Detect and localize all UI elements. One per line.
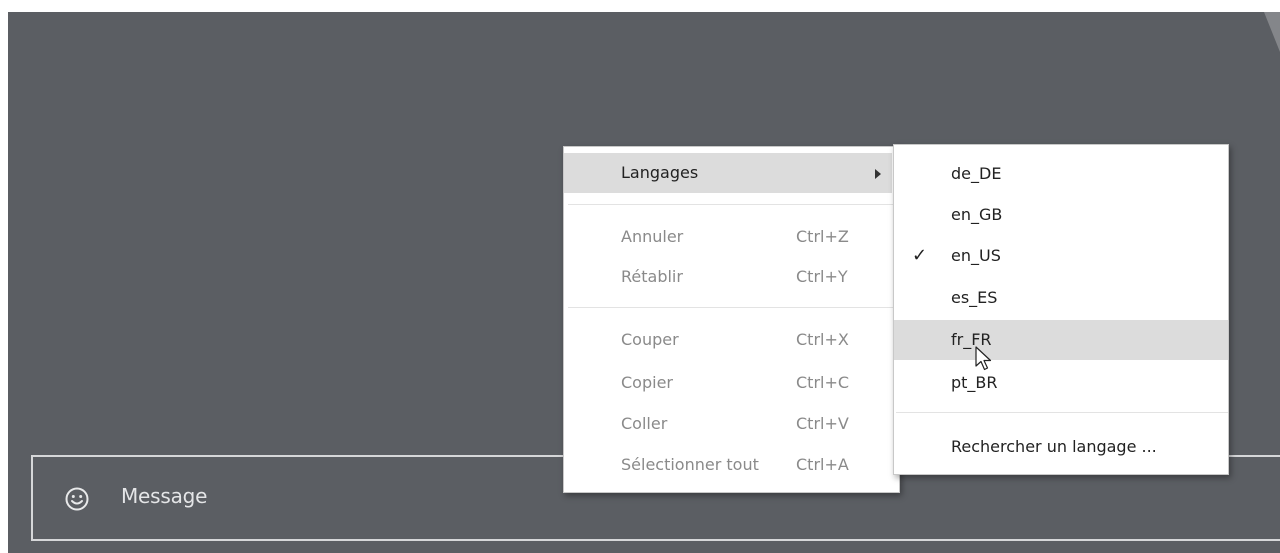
language-item-en-us[interactable]: ✓ en_US — [894, 236, 1228, 276]
menu-item-label: Sélectionner tout — [621, 455, 759, 474]
menu-separator — [568, 307, 893, 308]
submenu-arrow-icon — [875, 169, 881, 179]
language-label: pt_BR — [951, 373, 998, 392]
search-language-item[interactable]: Rechercher un langage ... — [894, 427, 1228, 467]
menu-item-shortcut: Ctrl+Y — [796, 267, 848, 286]
language-item-fr-fr[interactable]: fr_FR — [894, 320, 1228, 360]
menu-item-shortcut: Ctrl+C — [796, 373, 850, 392]
menu-item-label: Coller — [621, 414, 668, 433]
menu-item-label: Rétablir — [621, 267, 683, 286]
language-label: de_DE — [951, 164, 1002, 183]
menu-item-copy[interactable]: Copier Ctrl+C — [564, 363, 892, 403]
language-item-es-es[interactable]: es_ES — [894, 278, 1228, 318]
checkmark-icon: ✓ — [912, 245, 928, 266]
menu-item-shortcut: Ctrl+A — [796, 455, 849, 474]
menu-item-undo[interactable]: Annuler Ctrl+Z — [564, 217, 892, 257]
menu-separator — [896, 412, 1228, 413]
menu-item-shortcut: Ctrl+X — [796, 330, 849, 349]
menu-item-shortcut: Ctrl+Z — [796, 227, 849, 246]
menu-item-label: Copier — [621, 373, 673, 392]
menu-item-select-all[interactable]: Sélectionner tout Ctrl+A — [564, 445, 892, 485]
context-menu: Langages Annuler Ctrl+Z Rétablir Ctrl+Y … — [563, 146, 900, 493]
search-language-label: Rechercher un langage ... — [951, 437, 1157, 456]
smiley-face-icon[interactable] — [64, 486, 90, 512]
language-label: fr_FR — [951, 330, 992, 349]
menu-item-cut[interactable]: Couper Ctrl+X — [564, 320, 892, 360]
menu-separator — [568, 204, 893, 205]
menu-item-redo[interactable]: Rétablir Ctrl+Y — [564, 257, 892, 297]
menu-item-label: Annuler — [621, 227, 684, 246]
menu-item-label: Couper — [621, 330, 679, 349]
menu-item-label: Langages — [621, 163, 699, 182]
menu-item-languages[interactable]: Langages — [564, 153, 892, 193]
corner-decoration-icon — [1264, 12, 1280, 52]
menu-item-paste[interactable]: Coller Ctrl+V — [564, 404, 892, 444]
language-label: es_ES — [951, 288, 998, 307]
message-input-placeholder[interactable]: Message — [121, 484, 207, 508]
language-item-de-de[interactable]: de_DE — [894, 154, 1228, 194]
language-label: en_GB — [951, 205, 1003, 224]
languages-submenu: de_DE en_GB ✓ en_US es_ES fr_FR pt_BR Re… — [893, 144, 1229, 475]
language-label: en_US — [951, 246, 1001, 265]
menu-item-shortcut: Ctrl+V — [796, 414, 849, 433]
language-item-pt-br[interactable]: pt_BR — [894, 363, 1228, 403]
language-item-en-gb[interactable]: en_GB — [894, 195, 1228, 235]
